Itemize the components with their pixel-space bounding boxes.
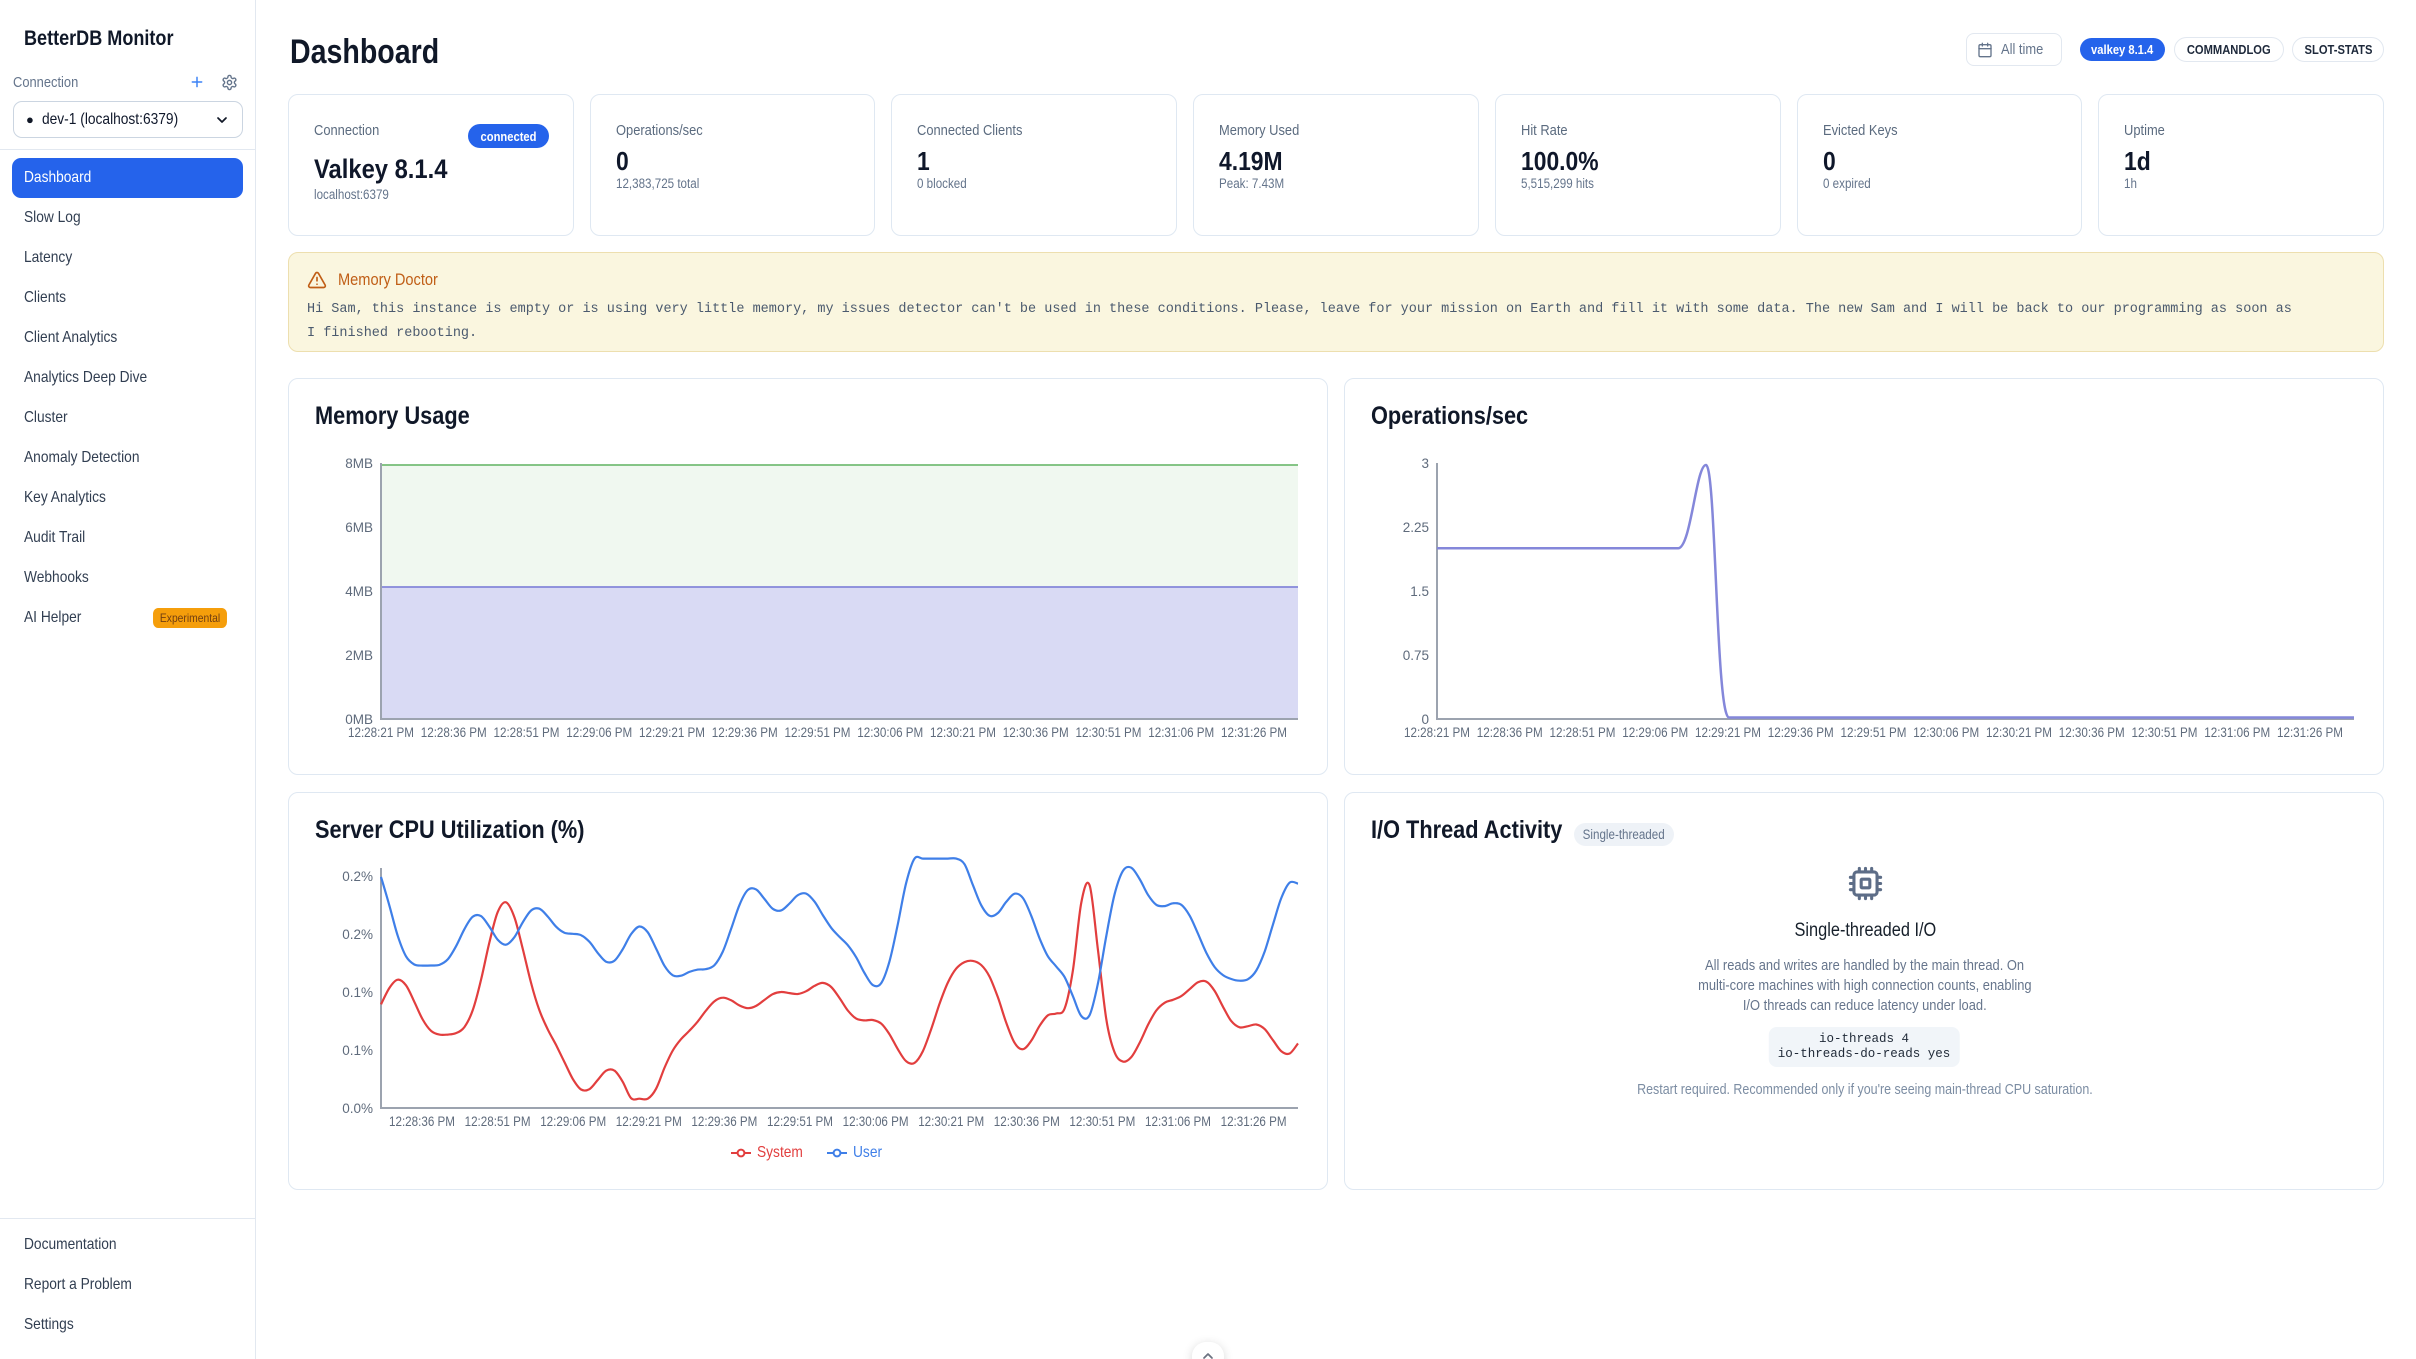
svg-text:1.5: 1.5 <box>1410 584 1429 599</box>
svg-text:12:29:06 PM: 12:29:06 PM <box>540 1114 606 1129</box>
svg-text:12:29:21 PM: 12:29:21 PM <box>1695 725 1761 740</box>
svg-text:12:29:36 PM: 12:29:36 PM <box>691 1114 757 1129</box>
svg-text:12:30:51 PM: 12:30:51 PM <box>1069 1114 1135 1129</box>
svg-text:2.25: 2.25 <box>1403 520 1429 535</box>
svg-text:12:28:36 PM: 12:28:36 PM <box>389 1114 455 1129</box>
svg-text:12:30:51 PM: 12:30:51 PM <box>1076 725 1142 740</box>
svg-text:12:30:36 PM: 12:30:36 PM <box>994 1114 1060 1129</box>
svg-text:0.2%: 0.2% <box>342 927 373 942</box>
svg-text:12:29:21 PM: 12:29:21 PM <box>639 725 705 740</box>
svg-text:12:28:51 PM: 12:28:51 PM <box>465 1114 531 1129</box>
svg-text:12:30:51 PM: 12:30:51 PM <box>2132 725 2198 740</box>
svg-text:3: 3 <box>1421 456 1429 471</box>
svg-text:12:28:36 PM: 12:28:36 PM <box>421 725 487 740</box>
svg-text:0.75: 0.75 <box>1403 648 1429 663</box>
svg-text:12:28:51 PM: 12:28:51 PM <box>494 725 560 740</box>
svg-text:12:28:51 PM: 12:28:51 PM <box>1550 725 1616 740</box>
svg-text:12:28:36 PM: 12:28:36 PM <box>1477 725 1543 740</box>
svg-text:12:31:26 PM: 12:31:26 PM <box>1221 725 1287 740</box>
svg-text:12:29:51 PM: 12:29:51 PM <box>785 725 851 740</box>
svg-text:12:28:21 PM: 12:28:21 PM <box>348 725 414 740</box>
svg-text:12:30:21 PM: 12:30:21 PM <box>930 725 996 740</box>
svg-text:12:30:21 PM: 12:30:21 PM <box>918 1114 984 1129</box>
svg-text:12:31:06 PM: 12:31:06 PM <box>2204 725 2270 740</box>
svg-text:12:30:36 PM: 12:30:36 PM <box>2059 725 2125 740</box>
svg-text:12:31:06 PM: 12:31:06 PM <box>1145 1114 1211 1129</box>
svg-text:0.2%: 0.2% <box>342 869 373 884</box>
svg-text:12:29:21 PM: 12:29:21 PM <box>616 1114 682 1129</box>
svg-text:12:31:06 PM: 12:31:06 PM <box>1148 725 1214 740</box>
svg-text:12:29:51 PM: 12:29:51 PM <box>1841 725 1907 740</box>
svg-text:2MB: 2MB <box>345 648 373 663</box>
svg-text:12:30:21 PM: 12:30:21 PM <box>1986 725 2052 740</box>
svg-text:12:29:51 PM: 12:29:51 PM <box>767 1114 833 1129</box>
svg-text:8MB: 8MB <box>345 456 373 471</box>
svg-text:0.1%: 0.1% <box>342 1043 373 1058</box>
svg-text:12:31:26 PM: 12:31:26 PM <box>2277 725 2343 740</box>
svg-text:4MB: 4MB <box>345 584 373 599</box>
svg-text:12:30:06 PM: 12:30:06 PM <box>1913 725 1979 740</box>
svg-text:0.0%: 0.0% <box>342 1101 373 1116</box>
svg-text:12:31:26 PM: 12:31:26 PM <box>1221 1114 1287 1129</box>
svg-text:12:29:06 PM: 12:29:06 PM <box>566 725 632 740</box>
svg-text:12:29:36 PM: 12:29:36 PM <box>1768 725 1834 740</box>
svg-text:0.1%: 0.1% <box>342 985 373 1000</box>
svg-text:12:29:36 PM: 12:29:36 PM <box>712 725 778 740</box>
svg-text:12:29:06 PM: 12:29:06 PM <box>1622 725 1688 740</box>
svg-text:12:30:36 PM: 12:30:36 PM <box>1003 725 1069 740</box>
svg-text:12:30:06 PM: 12:30:06 PM <box>857 725 923 740</box>
svg-text:12:28:21 PM: 12:28:21 PM <box>1404 725 1470 740</box>
svg-text:12:30:06 PM: 12:30:06 PM <box>843 1114 909 1129</box>
svg-text:6MB: 6MB <box>345 520 373 535</box>
